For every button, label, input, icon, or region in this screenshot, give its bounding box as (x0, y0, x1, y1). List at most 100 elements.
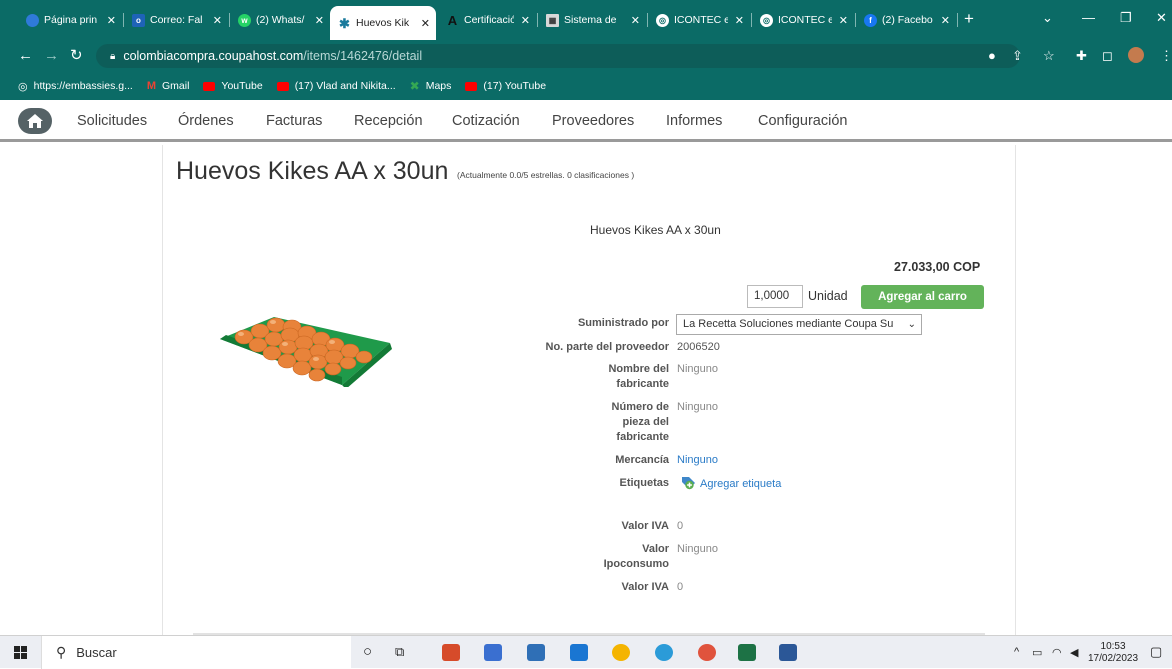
word-icon[interactable] (779, 644, 797, 661)
tab-sistema[interactable]: ▦ Sistema de ✕ (538, 6, 646, 34)
iva-value: 0 (677, 520, 684, 532)
close-icon[interactable]: ✕ (735, 14, 744, 27)
nav-proveedores[interactable]: Proveedores (552, 113, 634, 129)
bookmark-youtube[interactable]: YouTube (203, 80, 263, 92)
bookmark-embassies[interactable]: ◎ https://embassies.g... (18, 80, 133, 93)
forward-icon[interactable]: → (44, 47, 59, 64)
extensions-icon[interactable]: ✚ (1076, 49, 1087, 63)
tab-whatsapp[interactable]: w (2) Whats/ ✕ (230, 6, 330, 34)
home-button[interactable] (18, 108, 52, 134)
chevron-down-icon: ⌄ (907, 319, 916, 330)
nav-solicitudes[interactable]: Solicitudes (77, 113, 147, 129)
close-icon[interactable]: ✕ (315, 14, 324, 27)
bookmark-star-icon[interactable]: ☆ (1043, 49, 1055, 63)
excel-icon[interactable] (738, 644, 756, 661)
chrome-icon[interactable] (612, 644, 630, 661)
home-icon (27, 114, 43, 128)
ipoconsumo-label-2: Ipoconsumo (603, 558, 669, 570)
close-icon[interactable]: ✕ (521, 14, 530, 27)
google-icon[interactable]: ● (988, 49, 996, 63)
avatar[interactable] (1128, 47, 1144, 63)
edge-taskbar-icon[interactable] (655, 644, 673, 661)
restore-icon[interactable]: ❐ (1120, 10, 1132, 26)
add-to-cart-button[interactable]: Agregar al carro (861, 285, 984, 309)
nav-facturas[interactable]: Facturas (266, 113, 322, 129)
volume-icon[interactable]: ◀ (1070, 646, 1078, 659)
close-icon[interactable]: ✕ (941, 14, 950, 27)
mfr-part-label-3: fabricante (616, 431, 669, 443)
file-explorer-icon[interactable] (484, 644, 502, 661)
lock-icon: 🔒︎ (110, 50, 116, 62)
coupa-icon: ✱ (339, 15, 350, 31)
calculator-icon[interactable] (527, 644, 545, 661)
mfr-part-value: Ninguno (677, 401, 718, 413)
chevron-down-icon[interactable]: ⌄ (1042, 10, 1053, 26)
back-icon[interactable]: ← (18, 47, 33, 64)
supplier-label: Suministrado por (577, 317, 669, 329)
bookmark-label: (17) YouTube (483, 80, 547, 92)
nav-cotizacion[interactable]: Cotización (452, 113, 520, 129)
close-icon[interactable]: ✕ (421, 17, 430, 30)
close-icon[interactable]: ✕ (213, 14, 222, 27)
cortana-icon[interactable]: ○ (363, 643, 372, 660)
sidepanel-icon[interactable]: ◻ (1102, 49, 1113, 63)
tab-label: Huevos Kik (356, 17, 410, 29)
chevron-up-icon[interactable]: ^ (1014, 646, 1019, 658)
task-view-icon[interactable]: ⧉ (395, 644, 404, 660)
tab-outlook[interactable]: o Correo: Fal ✕ (124, 6, 228, 34)
tab-icontec-1[interactable]: ◎ ICONTEC e ✕ (648, 6, 750, 34)
close-icon[interactable]: ✕ (107, 14, 116, 27)
address-bar[interactable]: 🔒︎ colombiacompra.coupahost.com/items/14… (96, 44, 1020, 68)
quantity-input[interactable]: 1,0000 (747, 285, 803, 308)
tags-label: Etiquetas (619, 477, 669, 489)
taskbar-search[interactable]: ⚲ Buscar (41, 636, 351, 669)
notifications-icon[interactable]: ▢ (1150, 644, 1162, 660)
close-icon[interactable]: ✕ (839, 14, 848, 27)
bookmark-gmail[interactable]: M Gmail (147, 80, 190, 92)
tab-certificacion[interactable]: A Certificació ✕ (438, 6, 536, 34)
globe-icon: ◎ (18, 80, 28, 93)
part-number-value: 2006520 (677, 341, 720, 353)
chrome-profile-icon[interactable] (698, 644, 716, 661)
bookmark-youtube-17[interactable]: (17) YouTube (465, 80, 546, 92)
new-tab-icon[interactable]: + (964, 10, 974, 27)
windows-start-icon[interactable] (14, 646, 27, 659)
tab-label: (2) Facebo (882, 14, 933, 26)
browser-tab-strip: Página prin ✕ o Correo: Fal ✕ w (2) What… (0, 0, 1172, 40)
menu-icon[interactable]: ⋮ (1160, 49, 1172, 63)
nav-recepcion[interactable]: Recepción (354, 113, 423, 129)
youtube-icon (465, 81, 478, 91)
whatsapp-icon: w (238, 13, 251, 27)
battery-icon[interactable]: ▭ (1032, 646, 1042, 659)
nav-ordenes[interactable]: Órdenes (178, 113, 234, 129)
mail-icon[interactable] (570, 644, 588, 661)
facebook-icon: f (864, 13, 877, 27)
minimize-icon[interactable]: — (1082, 10, 1095, 25)
bookmarks-bar: ◎ https://embassies.g... M Gmail YouTube… (0, 72, 1172, 100)
url-domain: colombiacompra.coupahost.com (123, 49, 304, 63)
share-icon[interactable]: ⇪ (1012, 49, 1023, 63)
close-icon[interactable]: ✕ (631, 14, 640, 27)
supplier-select[interactable]: La Recetta Soluciones mediante Coupa Su … (676, 314, 922, 335)
add-tag-icon[interactable] (680, 474, 697, 494)
tab-facebook[interactable]: f (2) Facebo ✕ (856, 6, 956, 34)
outlook-icon: o (132, 13, 145, 27)
taskbar-clock[interactable]: 10:53 17/02/2023 (1088, 641, 1138, 665)
close-window-icon[interactable]: ✕ (1156, 10, 1167, 26)
reload-icon[interactable]: ↻ (70, 47, 83, 64)
supplier-value: La Recetta Soluciones mediante Coupa Su (683, 318, 894, 330)
nav-informes[interactable]: Informes (666, 113, 722, 129)
tab-edge[interactable]: Página prin ✕ (18, 6, 122, 34)
bookmark-vlad-nikita[interactable]: (17) Vlad and Nikita... (276, 80, 396, 92)
youtube-icon (276, 81, 289, 91)
tab-icontec-2[interactable]: ◎ ICONTEC e ✕ (752, 6, 854, 34)
commodity-link[interactable]: Ninguno (677, 453, 718, 468)
acrobat-icon[interactable] (442, 644, 460, 661)
bookmark-label: YouTube (221, 80, 263, 92)
nav-configuracion[interactable]: Configuración (758, 113, 847, 129)
wifi-icon[interactable]: ◠ (1052, 646, 1062, 659)
tab-huevos-kikes[interactable]: ✱ Huevos Kik ✕ (330, 6, 436, 40)
left-gutter (0, 145, 163, 635)
bookmark-maps[interactable]: ✖ Maps (410, 79, 452, 93)
add-tag-link[interactable]: Agregar etiqueta (700, 477, 781, 492)
